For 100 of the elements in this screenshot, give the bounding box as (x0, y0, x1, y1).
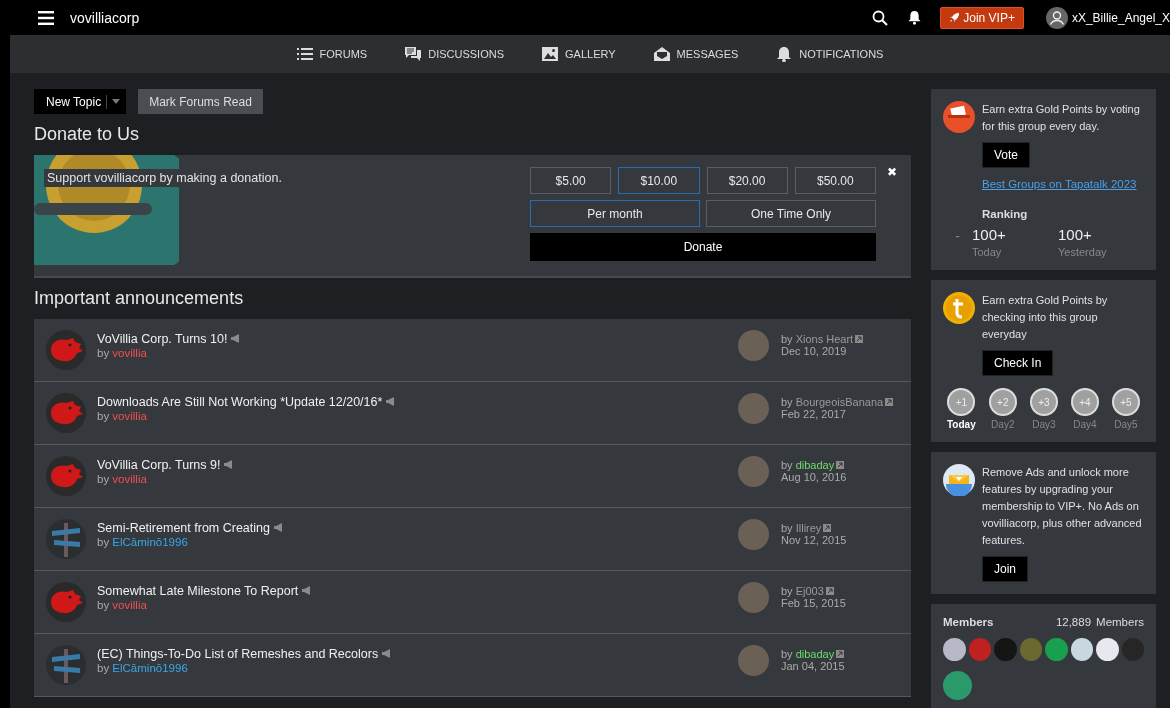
amount-option[interactable]: $20.00 (706, 167, 788, 194)
avatar-picture (738, 329, 769, 361)
dragon-avatar-icon (46, 393, 86, 433)
jump-icon[interactable] (836, 650, 845, 658)
vote-description: Earn extra Gold Points by voting for this group every day. (982, 102, 1141, 134)
nav-link[interactable]: NOTIFICATIONS (757, 46, 903, 62)
topic-title[interactable]: VoVillia Corp. Turns 9! (97, 457, 221, 472)
ranking-period: Yesterday (1058, 246, 1108, 258)
megaphone-icon (273, 523, 284, 532)
dragon-avatar-icon (46, 456, 86, 496)
nav-link[interactable]: FORUMS (277, 46, 387, 62)
announcement-row[interactable]: Somewhat Late Milestone To Report by vovillia by Ej003 Feb 15, 2015 (34, 571, 911, 634)
amount-option[interactable]: $50.00 (794, 167, 876, 194)
topic-title[interactable]: Somewhat Late Milestone To Report (97, 583, 299, 598)
nav-link[interactable]: GALLERY (523, 46, 635, 62)
day-label: Day4 (1073, 419, 1097, 430)
menu-icon[interactable] (38, 10, 54, 25)
amount-option[interactable]: $10.00 (618, 167, 700, 194)
bell-icon[interactable] (908, 10, 922, 25)
topic-title[interactable]: VoVillia Corp. Turns 10! (97, 331, 228, 346)
jump-icon[interactable] (836, 461, 845, 469)
dragon-avatar-icon (46, 330, 86, 370)
member-avatar[interactable] (1096, 638, 1119, 661)
section-heading: Donate to Us (34, 124, 141, 145)
announcement-row[interactable]: (EC) Things-To-Do List of Remeshes and Recolors by ElCāminō1996 by dibaday Jan 04, 2015 (34, 634, 911, 697)
caret-icon (112, 99, 121, 104)
post-date: Aug 10, 2016 (781, 471, 848, 483)
jump-icon[interactable] (825, 587, 834, 595)
ranking-label: Ranking (982, 208, 1028, 220)
join-vip-button[interactable]: Join VIP+ (940, 6, 1024, 29)
points-badge: +2 (988, 388, 1017, 416)
avatar-picture (738, 455, 769, 487)
topic-title[interactable]: Downloads Are Still Not Working *Update 12/20/16* (97, 394, 383, 409)
vote-button[interactable]: Vote (982, 142, 1031, 168)
topic-title[interactable]: Semi-Retirement from Creating (97, 520, 270, 535)
coin-icon (943, 292, 975, 324)
points-badge: +5 (1111, 388, 1140, 416)
megaphone-icon (382, 649, 393, 658)
frequency-option[interactable]: Per month (530, 200, 700, 227)
site-name[interactable]: vovilliacorp (70, 9, 140, 26)
last-poster: by dibaday (781, 459, 835, 471)
megaphone-icon (302, 586, 313, 595)
frequency-option[interactable]: One Time Only (706, 200, 876, 227)
list-icon (296, 46, 313, 62)
jump-icon[interactable] (885, 398, 894, 406)
points-badge: +1 (947, 388, 976, 416)
last-poster: by dibaday (781, 648, 835, 660)
post-date: Dec 10, 2019 (781, 345, 848, 357)
vip-description: Remove Ads and unlock more features by upgrading your membership to VIP+. No Ads on vovilliacorp, plus other advanced features. (982, 465, 1143, 548)
join-button[interactable]: Join (982, 556, 1028, 582)
diamond-envelope-icon (943, 464, 975, 496)
best-groups-link[interactable]: Best Groups on Tapatalk 2023 (982, 178, 1137, 190)
member-avatar[interactable] (1070, 638, 1093, 661)
announcement-row[interactable]: VoVillia Corp. Turns 9! by vovillia by dibaday Aug 10, 2016 (34, 445, 911, 508)
ballot-box-icon (943, 101, 975, 133)
new-topic-button[interactable]: New Topic (34, 89, 127, 114)
day-label: Day2 (991, 419, 1015, 430)
envelope-icon (653, 46, 670, 62)
ranking-value: 100+ (1058, 226, 1093, 243)
day-label: Day5 (1114, 419, 1138, 430)
bell-icon (776, 46, 793, 62)
members-title: Members (943, 616, 994, 628)
nav-link[interactable]: DISCUSSIONS (386, 46, 523, 62)
topic-author: by vovillia (97, 598, 148, 611)
ranking-trend: - (954, 227, 961, 244)
points-badge: +4 (1070, 388, 1099, 416)
announcement-row[interactable]: VoVillia Corp. Turns 10! by vovillia by Xions Heart Dec 10, 2019 (34, 319, 911, 382)
post-date: Nov 12, 2015 (781, 534, 848, 546)
close-button[interactable]: ✖ (887, 165, 897, 179)
donate-button[interactable]: Donate (530, 233, 876, 261)
street-sign-avatar-icon (46, 645, 86, 685)
member-avatar[interactable] (943, 638, 966, 661)
last-poster: by Illirey (781, 522, 822, 534)
avatar-picture (738, 581, 769, 613)
topic-author: by vovillia (97, 472, 148, 485)
ranking-period: Today (972, 246, 1003, 258)
announcement-row[interactable]: Semi-Retirement from Creating by ElCāminō1996 by Illirey Nov 12, 2015 (34, 508, 911, 571)
jump-icon[interactable] (855, 335, 864, 343)
username[interactable]: xX_Billie_Angel_X (1071, 10, 1170, 25)
day-label: Today (947, 419, 976, 430)
topic-author: by ElCāminō1996 (97, 535, 189, 548)
check-in-button[interactable]: Check In (982, 350, 1054, 376)
day-label: Day3 (1032, 419, 1056, 430)
mark-forums-read-button[interactable]: Mark Forums Read (138, 89, 263, 114)
announcement-row[interactable]: Downloads Are Still Not Working *Update 12/20/16* by vovillia by BourgeoisBanana Feb 22, 2017 (34, 382, 911, 445)
megaphone-icon (224, 460, 235, 469)
rocket-icon (949, 12, 961, 23)
check-in-description: Earn extra Gold Points by checking into this group everyday (982, 293, 1109, 342)
topic-author: by ElCāminō1996 (97, 661, 189, 674)
jump-icon[interactable] (823, 524, 832, 532)
nav-link[interactable]: MESSAGES (634, 46, 758, 62)
topic-author: by vovillia (97, 346, 148, 359)
search-icon[interactable] (872, 9, 889, 26)
last-poster: by Xions Heart (781, 333, 854, 345)
member-count: 12,889 (1055, 616, 1092, 628)
topic-title[interactable]: (EC) Things-To-Do List of Remeshes and Recolors (97, 646, 379, 661)
megaphone-icon (231, 334, 242, 343)
user-avatar-icon[interactable] (1045, 6, 1068, 29)
amount-option[interactable]: $5.00 (530, 167, 612, 194)
points-badge: +3 (1029, 388, 1058, 416)
